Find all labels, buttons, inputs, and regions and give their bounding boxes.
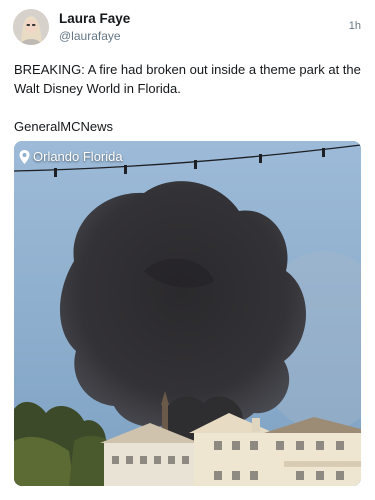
tweet-source: GeneralMCNews xyxy=(14,119,113,134)
tweet-card: Laura Faye @laurafaye 1h BREAKING: A fir… xyxy=(0,0,375,500)
timestamp[interactable]: 1h xyxy=(349,20,361,32)
avatar[interactable] xyxy=(13,9,49,45)
fire-smoke-photo xyxy=(14,141,361,486)
tweet-body: BREAKING: A fire had broken out inside a… xyxy=(14,62,361,96)
tweet-text: BREAKING: A fire had broken out inside a… xyxy=(14,60,364,136)
location-text: Orlando Florida xyxy=(33,149,123,164)
media-photo[interactable]: Orlando Florida xyxy=(14,141,361,486)
location-pin-icon xyxy=(19,149,30,164)
author-handle[interactable]: @laurafaye xyxy=(59,29,121,43)
location-label: Orlando Florida xyxy=(19,149,123,164)
author-name[interactable]: Laura Faye xyxy=(59,11,130,26)
